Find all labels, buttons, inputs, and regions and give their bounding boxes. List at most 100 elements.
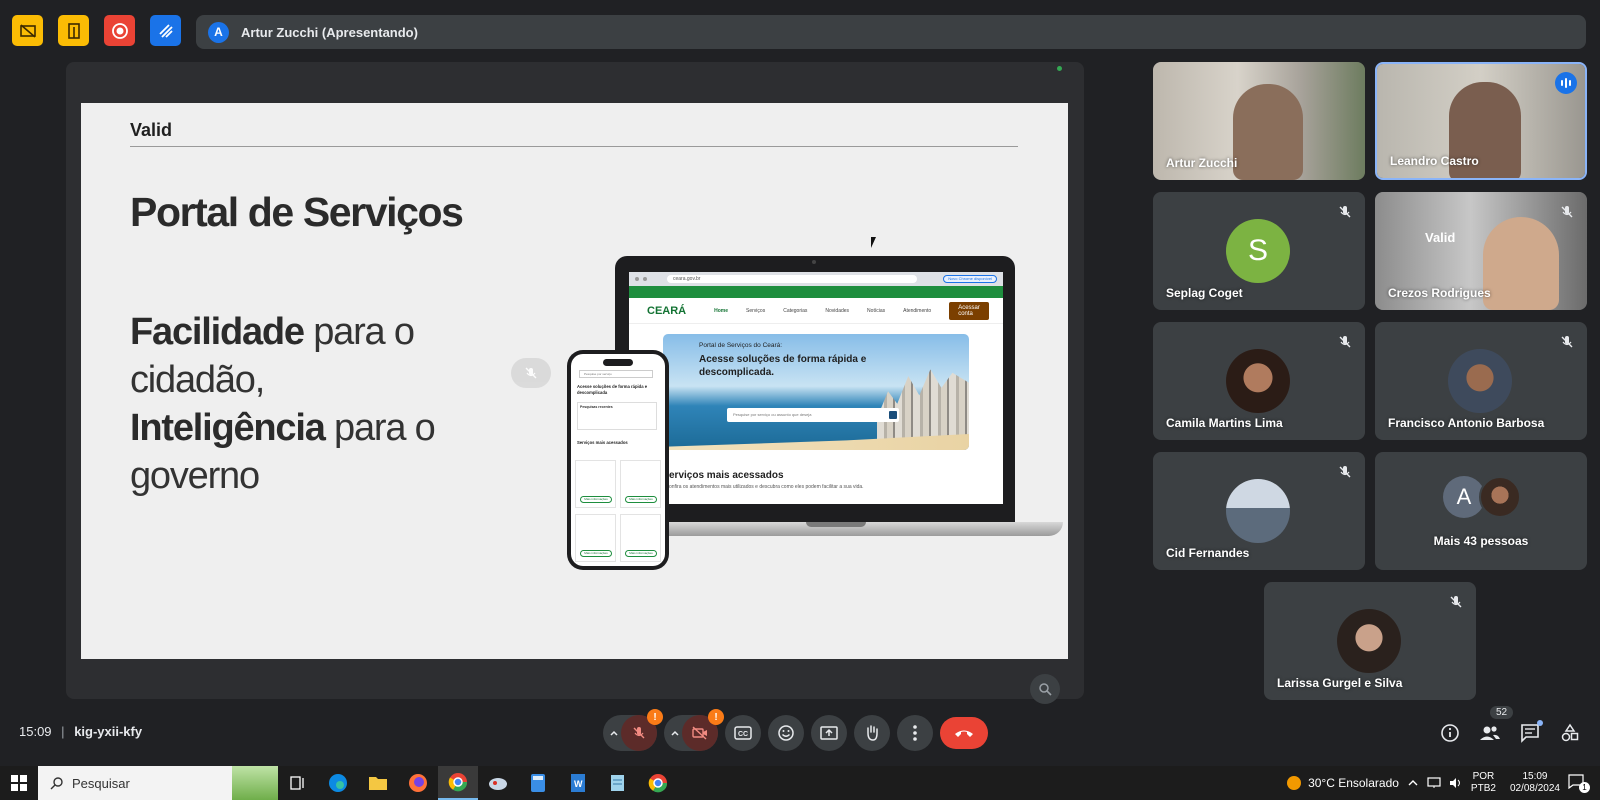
site-section-title: erviços mais acessados [669,470,784,481]
more-options-button[interactable] [897,715,933,751]
notepad-icon[interactable] [598,766,638,800]
participant-tile-more[interactable]: A Mais 43 pessoas [1375,452,1587,570]
site-link-categorias: Categorias [783,307,808,314]
site-link-noticias: Notícias [867,307,886,314]
sun-icon [1287,776,1302,790]
weather-widget[interactable]: 30°C Ensolarado [1286,775,1399,791]
hero-subtitle: Portal de Serviços do Ceará: [699,342,783,349]
emoji-icon [778,725,794,741]
mic-off-icon [1450,596,1462,608]
hero-title: Acesse soluções de forma rápida e descom… [699,354,867,378]
participant-name: Crezos Rodrigues [1388,286,1491,300]
participant-tile-camila[interactable]: Camila Martins Lima [1153,322,1365,440]
shapes-icon [1561,723,1579,742]
presentation-stage[interactable]: Valid Portal de Serviços Facilidade para… [66,62,1084,704]
participants-count-badge: 52 [1490,706,1514,719]
search-highlight-image [232,766,278,800]
input-language[interactable]: POR PTB2 [1471,771,1496,795]
participant-tile-artur[interactable]: Artur Zucchi [1153,62,1365,180]
mic-off-icon [633,727,645,739]
slide-body-bold-2: Inteligência [130,407,326,449]
activities-button[interactable] [1559,722,1581,744]
mic-toggle-button[interactable]: ! [621,709,663,751]
participant-name: Seplag Coget [1166,286,1243,300]
hand-icon [867,725,878,741]
chrome-profile-icon[interactable] [638,766,678,800]
file-explorer-icon[interactable] [358,766,398,800]
captions-button[interactable]: CC [725,715,761,751]
task-view-icon[interactable] [278,766,318,800]
reactions-button[interactable] [768,715,804,751]
clock-date: 02/08/2024 [1509,783,1560,794]
notifications-button[interactable]: 1 [1568,773,1590,793]
site-nav: CEARÁ Home Serviços Categorias Novidades… [629,298,1003,324]
laptop-base [601,522,1063,536]
participant-tile-seplag[interactable]: S Seplag Coget [1153,192,1365,310]
presenter-avatar: A [208,21,229,43]
building-icon[interactable] [58,15,89,46]
participant-tile-leandro[interactable]: Leandro Castro [1375,62,1587,180]
presenter-bar[interactable]: A Artur Zucchi (Apresentando) [196,15,1586,49]
participant-silhouette [1483,217,1559,310]
side-controls [1439,720,1581,744]
present-button[interactable] [811,715,847,751]
camera-toggle-button[interactable]: ! [682,709,724,751]
mic-off-icon [1339,336,1351,348]
raise-hand-button[interactable] [854,715,890,751]
slide-rule [130,146,1018,147]
word-icon[interactable]: W [558,766,598,800]
whiteboard-icon[interactable] [150,15,181,46]
speaking-indicator-icon [1555,72,1577,94]
mic-off-icon [1339,466,1351,478]
recording-icon[interactable] [104,15,135,46]
browser-back-icon [635,277,639,281]
camera-options-chevron-icon[interactable] [668,728,682,738]
presenter-label: Artur Zucchi (Apresentando) [241,24,418,40]
present-screen-icon [820,726,838,740]
phone-heading: Acesse soluções de forma rápida e descom… [577,384,648,395]
start-button[interactable] [0,775,38,791]
slide: Valid Portal de Serviços Facilidade para… [81,103,1068,659]
participant-name: Artur Zucchi [1166,156,1238,170]
participant-tile-francisco[interactable]: Francisco Antonio Barbosa [1375,322,1587,440]
participant-avatar [1226,349,1290,413]
mic-options-chevron-icon[interactable] [607,728,621,738]
calculator-icon[interactable] [518,766,558,800]
participant-avatar [1337,609,1401,673]
phone-card-button: Mais informações [580,496,612,503]
search-icon [50,777,63,790]
call-controls: ! ! CC [603,709,988,751]
chrome-icon[interactable] [438,766,478,800]
edge-icon[interactable] [318,766,358,800]
browser-bar: ceara.gov.br Novo Chrome disponível [629,272,1003,286]
people-button[interactable] [1479,722,1501,744]
network-icon[interactable] [1427,777,1441,789]
participant-avatar [1226,479,1290,543]
site-cta-button: Acessar conta [949,301,989,320]
participant-tile-cid[interactable]: Cid Fernandes [1153,452,1365,570]
input-language-code: POR [1472,771,1495,782]
camera-warning-badge: ! [708,709,724,725]
taskbar-search[interactable]: Pesquisar [38,766,278,800]
network-app-icon[interactable] [478,766,518,800]
hero-search: Pesquise por serviço ou assunto que dese… [727,408,899,422]
site-hero: Portal de Serviços do Ceará: Acesse solu… [663,334,969,450]
mic-off-icon [1561,336,1573,348]
firefox-icon[interactable] [398,766,438,800]
leave-call-button[interactable] [940,717,988,749]
site-link-home: Home [714,307,729,314]
participant-tile-crezos[interactable]: Valid Crezos Rodrigues [1375,192,1587,310]
site-top-strip [629,286,1003,298]
no-captions-icon[interactable] [12,15,43,46]
system-clock[interactable]: 15:09 02/08/2024 [1510,771,1560,795]
participant-tile-larissa[interactable]: Larissa Gurgel e Silva [1264,582,1476,700]
tray-chevron-up-icon[interactable] [1407,778,1419,788]
phone-recent-label: Pesquisas recentes [580,405,613,409]
more-vert-icon [913,725,917,741]
slide-title: Portal de Serviços [130,189,464,235]
laptop-notch [806,522,866,527]
zoom-icon[interactable] [1030,674,1060,704]
chat-button[interactable] [1519,720,1543,744]
meeting-details-button[interactable] [1439,722,1461,744]
speaker-icon[interactable] [1449,777,1463,789]
